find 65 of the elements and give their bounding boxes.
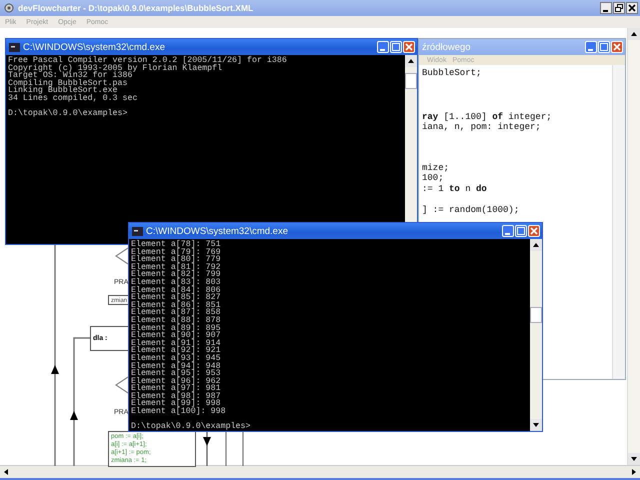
window-title: devFlowcharter - D:\topak\0.9.0\examples\BubbleSort.XML bbox=[18, 3, 254, 13]
close-icon bbox=[613, 43, 621, 51]
output-line: Element a[100]: 998 bbox=[131, 408, 227, 416]
maximize-icon bbox=[600, 43, 608, 51]
gear-icon bbox=[4, 3, 14, 13]
vertical-scrollbar[interactable] bbox=[627, 28, 640, 465]
output-line: Element a[88]: 878 bbox=[131, 316, 222, 325]
code-line: iana, n, pom: integer; bbox=[422, 122, 542, 132]
output-line: Element a[83]: 803 bbox=[131, 278, 222, 287]
arrow-up-icon[interactable] bbox=[408, 59, 414, 63]
close-button[interactable] bbox=[626, 2, 638, 14]
output-line: Element a[80]: 779 bbox=[131, 256, 222, 264]
command-prompt[interactable]: D:\topak\0.9.0\examples> bbox=[131, 423, 530, 431]
output-line: Element a[95]: 953 bbox=[131, 370, 222, 378]
output-line: Element a[82]: 799 bbox=[131, 271, 222, 279]
command-prompt[interactable]: D:\topak\0.9.0\examples> bbox=[8, 110, 405, 118]
scroll-thumb[interactable] bbox=[530, 307, 542, 323]
code-line: BubbleSort; bbox=[422, 68, 482, 78]
output-line: Copyright (c) 1993-2005 by Florian Klaempfl bbox=[8, 64, 222, 72]
restore-icon bbox=[615, 4, 623, 12]
output-line: Element a[99]: 998 bbox=[131, 400, 221, 408]
code-line: := 1 to n do bbox=[422, 184, 488, 194]
output-line: Element a[97]: 981 bbox=[131, 385, 222, 393]
horizontal-scrollbar[interactable] bbox=[0, 465, 640, 480]
output-line: Element a[87]: 858 bbox=[131, 309, 222, 317]
scroll-thumb[interactable] bbox=[405, 73, 417, 89]
maximize-button[interactable] bbox=[390, 41, 402, 53]
maximize-button[interactable] bbox=[598, 41, 610, 53]
output-line: Element a[93]: 945 bbox=[131, 354, 222, 362]
output-line: Free Pascal Compiler version 2.0.2 [2005/11/26] for i386 bbox=[8, 57, 288, 65]
maximize-icon bbox=[392, 43, 400, 51]
arrow-left-icon[interactable] bbox=[4, 469, 8, 475]
code-line: 100; bbox=[422, 173, 445, 184]
console-icon bbox=[132, 226, 143, 236]
output-line: Target OS: Win32 for i386 bbox=[8, 72, 132, 80]
arrow-up-icon[interactable] bbox=[631, 32, 637, 36]
arrow-down-icon[interactable] bbox=[631, 457, 637, 461]
output-line: Linking BubbleSort.exe bbox=[8, 87, 118, 95]
decision-shape bbox=[115, 248, 128, 264]
output-line: Compiling BubbleSort.pas bbox=[8, 80, 128, 88]
output-line: 34 Lines compiled, 0.3 sec bbox=[8, 94, 138, 103]
output-line: Element a[90]: 907 bbox=[131, 332, 222, 340]
close-icon bbox=[530, 227, 538, 235]
output-line: Element a[85]: 827 bbox=[131, 294, 222, 302]
flow-line bbox=[242, 432, 244, 466]
arrow-up-icon[interactable] bbox=[533, 243, 539, 247]
console-icon bbox=[9, 42, 20, 52]
code-line: ray [1..100] of integer; bbox=[422, 112, 553, 122]
decision-shape bbox=[115, 376, 128, 394]
window-title: źródłowego bbox=[422, 42, 471, 52]
vertical-scrollbar[interactable] bbox=[612, 65, 625, 379]
maximize-button[interactable] bbox=[515, 225, 527, 237]
window-title: C:\WINDOWS\system32\cmd.exe bbox=[146, 226, 288, 236]
close-icon bbox=[405, 43, 413, 51]
close-icon bbox=[628, 4, 636, 12]
arrow-down-icon[interactable] bbox=[533, 423, 539, 427]
code-line: mize; bbox=[422, 162, 450, 173]
code-line: ] := random(1000); bbox=[422, 205, 520, 216]
restore-button[interactable] bbox=[613, 2, 625, 14]
arrow-right-icon[interactable] bbox=[632, 469, 636, 475]
output-line: Element a[92]: 921 bbox=[131, 347, 222, 355]
window-title: C:\WINDOWS\system32\cmd.exe bbox=[23, 42, 165, 52]
maximize-icon bbox=[517, 227, 525, 235]
minimize-button[interactable] bbox=[600, 2, 612, 14]
output-line: Element a[78]: 751 bbox=[131, 241, 222, 249]
